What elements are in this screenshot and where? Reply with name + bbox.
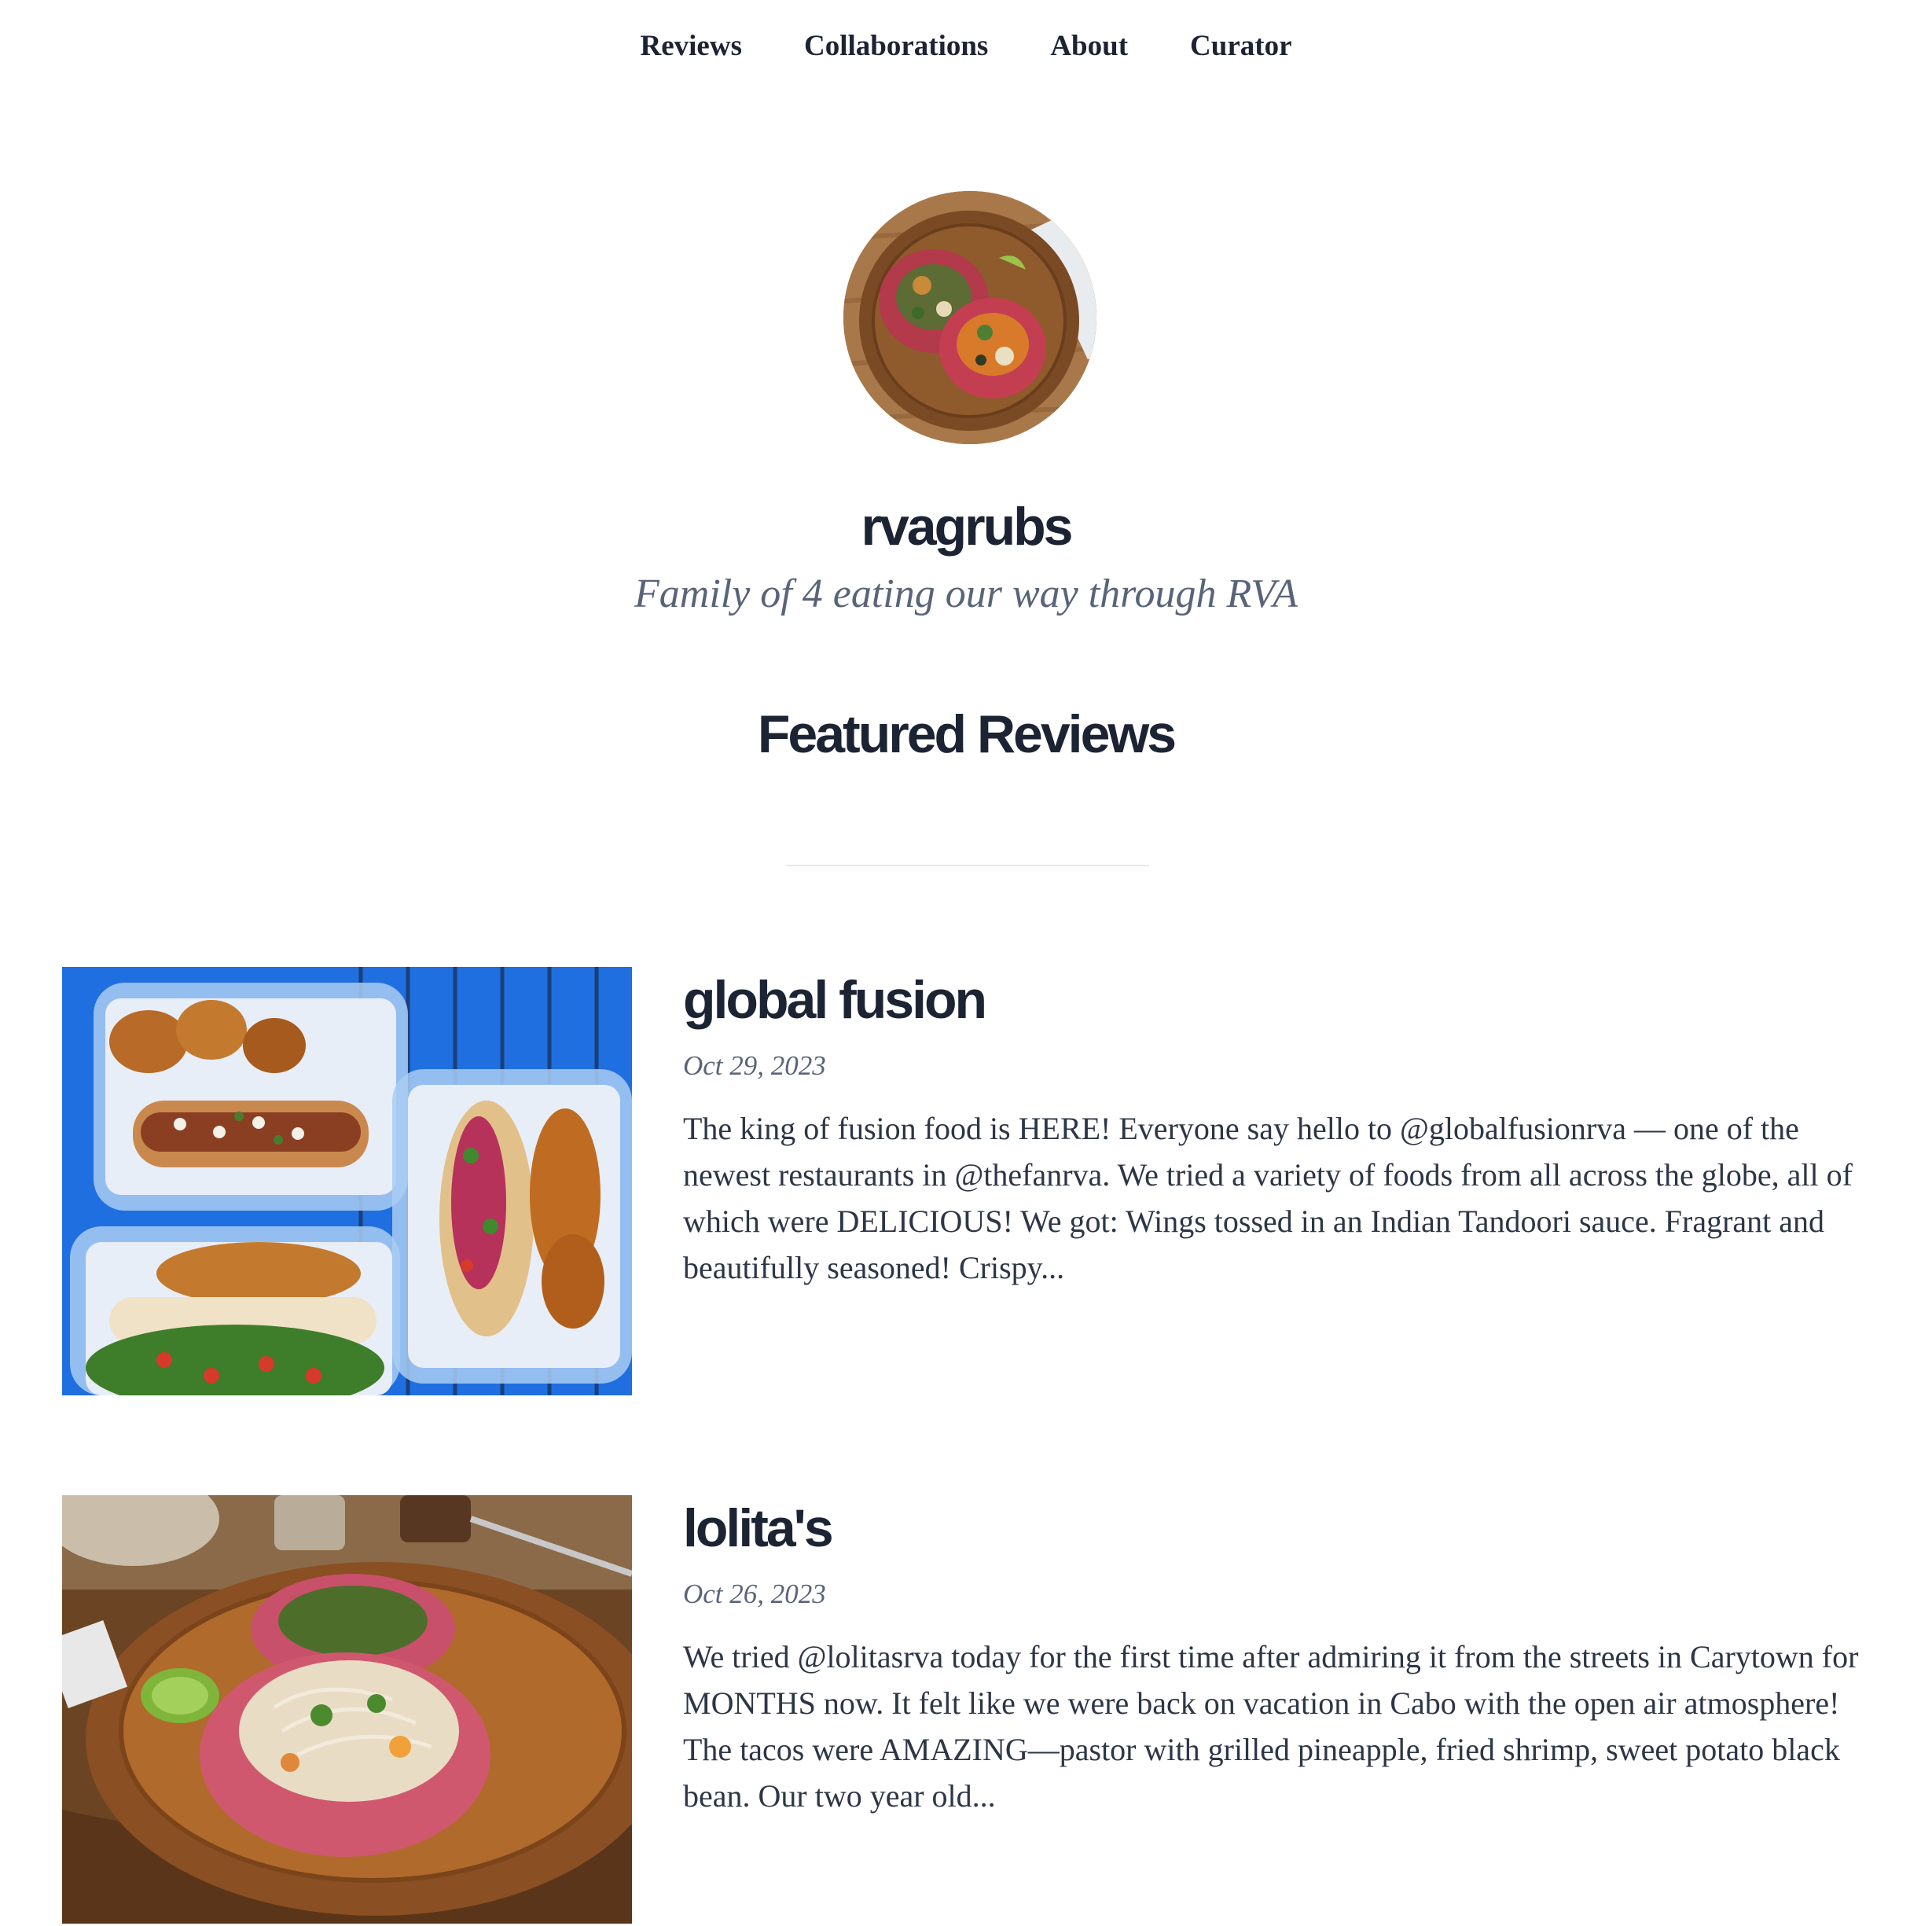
- featured-reviews-heading: Featured Reviews: [757, 704, 1177, 764]
- review-food-photo: [62, 1495, 632, 1924]
- site-tagline: Family of 4 eating our way through RVA: [634, 572, 1298, 616]
- review-thumbnail[interactable]: [62, 1495, 632, 1924]
- review-title[interactable]: lolita's: [683, 1495, 1893, 1561]
- review-date: Oct 26, 2023: [683, 1579, 826, 1609]
- nav-link-collaborations[interactable]: Collaborations: [804, 27, 988, 66]
- nav-link-reviews[interactable]: Reviews: [641, 27, 742, 66]
- nav-link-about[interactable]: About: [1050, 27, 1128, 66]
- review-title[interactable]: global fusion: [683, 967, 1893, 1033]
- review-excerpt: The king of fusion food is HERE! Everyon…: [683, 1111, 1853, 1285]
- review-date: Oct 29, 2023: [683, 1050, 826, 1081]
- top-nav: Reviews Collaborations About Curator: [0, 27, 1932, 66]
- review-body: lolita's Oct 26, 2023 We tried @lolitasr…: [683, 1495, 1893, 1851]
- review-excerpt: We tried @lolitasrva today for the first…: [683, 1639, 1859, 1814]
- avatar-food-photo: [843, 191, 1096, 444]
- nav-link-curator[interactable]: Curator: [1190, 27, 1291, 66]
- review-card[interactable]: global fusion Oct 29, 2023 The king of f…: [62, 967, 1893, 1395]
- review-card[interactable]: lolita's Oct 26, 2023 We tried @lolitasr…: [62, 1495, 1893, 1924]
- site-title: rvagrubs: [861, 497, 1074, 557]
- review-body: global fusion Oct 29, 2023 The king of f…: [683, 967, 1893, 1322]
- profile-avatar: [843, 191, 1096, 444]
- review-food-photo: [62, 967, 632, 1395]
- review-thumbnail[interactable]: [62, 967, 632, 1395]
- section-divider: [786, 865, 1149, 866]
